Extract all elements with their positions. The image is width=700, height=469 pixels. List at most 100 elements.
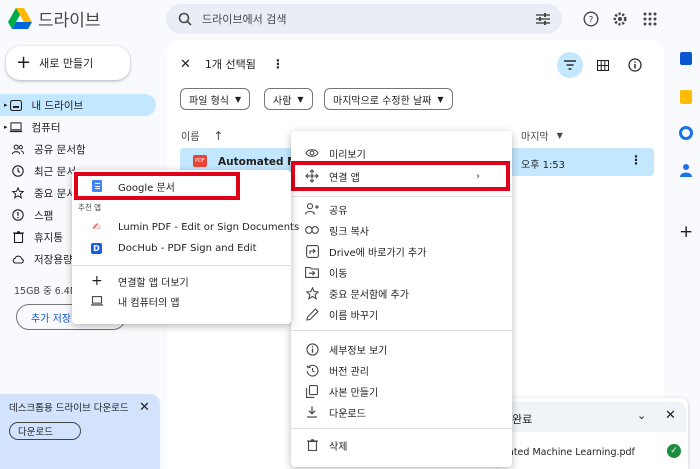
menu-item-label: 다운로드 xyxy=(329,408,366,420)
menu-item-star[interactable]: 중요 문서함에 추가 xyxy=(305,282,409,304)
contacts-icon[interactable] xyxy=(680,163,692,177)
name-column-header[interactable]: 이름 ↑ xyxy=(181,128,223,144)
sidebar-item-my-drive[interactable]: ▸ 내 드라이브 xyxy=(0,94,156,116)
download-icon xyxy=(305,405,319,419)
settings-gear-icon[interactable] xyxy=(610,9,630,29)
caret-down-icon: ▼ xyxy=(437,94,444,104)
search-input[interactable]: 드라이브에서 검색 xyxy=(202,11,536,27)
expand-arrow-icon: ▸ xyxy=(4,123,8,131)
promo-download-button[interactable]: 다운로드 xyxy=(9,422,81,440)
grid-view-icon[interactable] xyxy=(590,52,616,78)
trash-icon xyxy=(12,231,24,243)
menu-item-add-shortcut[interactable]: Drive에 바로가기 추가 xyxy=(305,240,426,262)
more-actions-icon[interactable]: ⋮ xyxy=(272,57,284,71)
pencil-icon xyxy=(305,307,319,321)
expand-arrow-icon: ▸ xyxy=(4,101,8,109)
sort-arrow-up-icon[interactable]: ↑ xyxy=(213,129,223,143)
menu-item-download[interactable]: 다운로드 xyxy=(305,401,366,423)
google-docs-icon xyxy=(92,180,102,192)
move-folder-icon xyxy=(305,265,319,279)
menu-item-label: Google 문서 xyxy=(118,182,175,194)
menu-item-label: 사본 만들기 xyxy=(329,387,379,399)
open-with-google-docs[interactable]: Google 문서 xyxy=(74,172,240,200)
filter-icon[interactable] xyxy=(557,52,583,78)
info-icon xyxy=(305,342,319,356)
sidebar-item-computers[interactable]: ▸ 컴퓨터 xyxy=(0,116,156,138)
menu-item-details[interactable]: 세부정보 보기 xyxy=(305,338,387,360)
menu-item-copy-link[interactable]: 링크 복사 xyxy=(305,219,369,241)
type-filter-chip[interactable]: 파일 형식 ▼ xyxy=(180,88,251,110)
open-with-lumin-pdf[interactable]: ✍ Lumin PDF - Edit or Sign Documents xyxy=(91,216,299,238)
menu-item-label: Lumin PDF - Edit or Sign Documents xyxy=(118,221,300,233)
upload-close-icon[interactable]: ✕ xyxy=(665,408,676,423)
menu-divider xyxy=(72,265,291,266)
column-label: 이름 xyxy=(181,132,200,143)
cloud-icon xyxy=(12,253,24,265)
sidebar-item-label: 공유 문서함 xyxy=(34,143,86,156)
menu-item-rename[interactable]: 이름 바꾸기 xyxy=(305,303,378,325)
dochub-icon: D xyxy=(91,242,102,254)
context-menu: 미리보기 연결 앱 › 공유 링크 복사 Drive에 바로가기 추가 이동 중… xyxy=(291,131,512,467)
plus-icon: + xyxy=(91,273,103,289)
menu-item-label: 미리보기 xyxy=(329,149,366,161)
sidebar-item-shared[interactable]: 공유 문서함 xyxy=(0,138,156,160)
menu-item-delete[interactable]: 삭제 xyxy=(305,434,347,456)
menu-item-label: 세부정보 보기 xyxy=(329,345,388,357)
app-name: 드라이브 xyxy=(38,10,101,31)
menu-item-label: 공유 xyxy=(329,205,348,217)
keep-icon[interactable] xyxy=(680,90,692,104)
open-with-submenu: Google 문서 추천 앱 ✍ Lumin PDF - Edit or Sig… xyxy=(72,170,299,324)
details-info-icon[interactable] xyxy=(622,52,648,78)
shortcut-icon xyxy=(305,244,319,258)
menu-item-move[interactable]: 이동 xyxy=(305,261,347,283)
tasks-icon[interactable] xyxy=(679,126,693,140)
suggested-apps-label: 추천 앱 xyxy=(78,203,102,212)
menu-item-label: Drive에 바로가기 추가 xyxy=(329,247,427,259)
collapse-chevron-icon[interactable]: ⌄ xyxy=(637,409,646,422)
menu-item-make-copy[interactable]: 사본 만들기 xyxy=(305,380,378,402)
people-filter-chip[interactable]: 사람 ▼ xyxy=(264,88,313,110)
add-addon-plus-icon[interactable]: + xyxy=(679,222,693,242)
person-add-icon xyxy=(305,202,319,216)
new-button[interactable]: + 새로 만들기 xyxy=(6,46,130,80)
menu-item-share[interactable]: 공유 xyxy=(305,198,347,220)
menu-item-label: 이름 바꾸기 xyxy=(329,310,379,322)
drive-logo[interactable]: 드라이브 xyxy=(8,6,101,31)
help-icon[interactable]: ? xyxy=(581,9,601,29)
menu-item-label: DocHub - PDF Sign and Edit xyxy=(118,242,257,254)
modified-column-header[interactable]: 마지막 ▼ xyxy=(521,128,563,143)
drive-logo-icon xyxy=(8,7,32,29)
menu-item-label: 링크 복사 xyxy=(329,226,369,238)
column-label: 마지막 xyxy=(521,132,549,143)
people-icon xyxy=(12,143,24,155)
selected-count: 1개 선택됨 xyxy=(204,58,256,71)
menu-item-open-with[interactable]: 연결 앱 › xyxy=(291,161,510,191)
modified-filter-chip[interactable]: 마지막으로 수정한 날짜 ▼ xyxy=(324,88,453,110)
apps-on-computer[interactable]: 내 컴퓨터의 앱 xyxy=(91,290,180,312)
sidebar-item-label: 최근 문서 xyxy=(34,165,76,178)
menu-item-versions[interactable]: 버전 관리 xyxy=(305,359,369,381)
menu-divider xyxy=(291,330,512,331)
apps-grid-icon[interactable] xyxy=(640,9,660,29)
uploaded-file-name: ated Machine Learning.pdf xyxy=(508,447,635,458)
row-more-actions-icon[interactable]: ⋮ xyxy=(630,153,642,167)
storage-usage-text: 15GB 중 6.4M xyxy=(14,286,79,297)
pdf-file-icon: PDF xyxy=(193,155,207,167)
connect-more-apps[interactable]: + 연결할 앱 더보기 xyxy=(91,270,189,292)
sidebar-item-label: 내 드라이브 xyxy=(31,99,84,112)
new-button-label: 새로 만들기 xyxy=(39,57,94,70)
clear-selection-close-icon[interactable]: ✕ xyxy=(180,57,191,72)
open-with-dochub[interactable]: D DocHub - PDF Sign and Edit xyxy=(91,237,257,259)
search-icon[interactable] xyxy=(178,12,192,26)
chip-label: 마지막으로 수정한 날짜 xyxy=(333,95,432,107)
search-bar[interactable]: 드라이브에서 검색 xyxy=(166,4,562,34)
upload-status-title: 완료 xyxy=(512,413,533,426)
filter-options-icon[interactable] xyxy=(536,13,550,25)
menu-item-label: 내 컴퓨터의 앱 xyxy=(118,297,180,309)
caret-down-icon: ▼ xyxy=(234,94,242,104)
clock-icon xyxy=(12,165,24,177)
svg-text:?: ? xyxy=(589,16,594,26)
sidebar-item-label: 스팸 xyxy=(34,209,54,222)
plus-icon: + xyxy=(16,52,32,73)
calendar-icon[interactable] xyxy=(680,52,692,65)
